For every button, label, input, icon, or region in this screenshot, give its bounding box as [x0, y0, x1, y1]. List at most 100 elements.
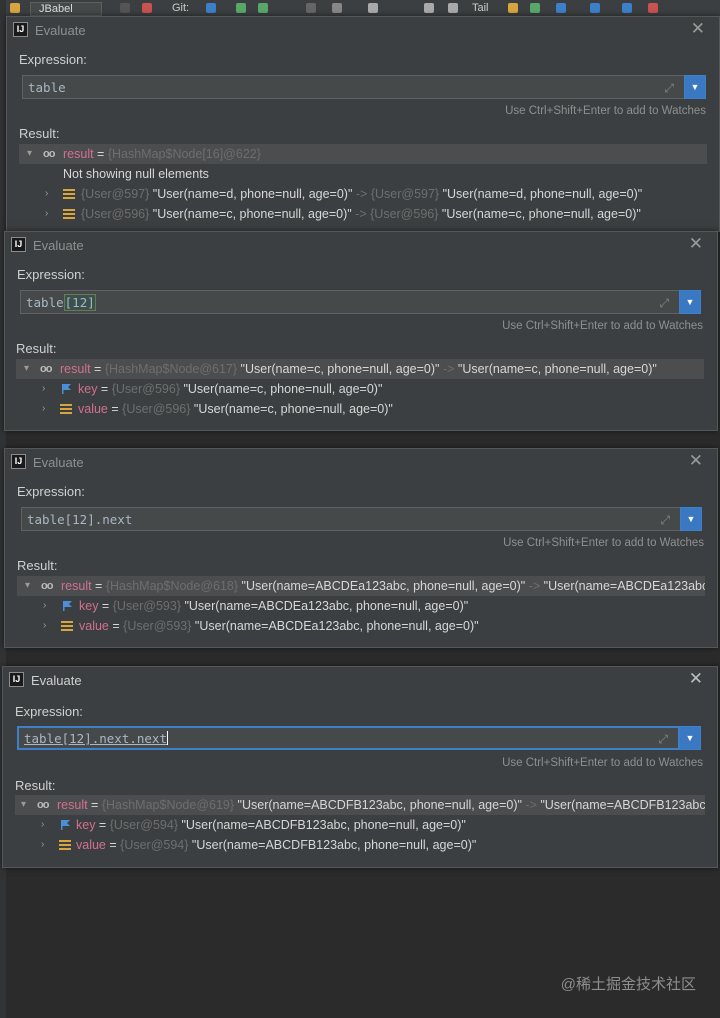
key-flag-icon: [61, 820, 70, 830]
chevron-right-icon[interactable]: ›: [45, 204, 48, 224]
tree-row-result[interactable]: ▾ oo result = {HashMap$Node@618} "User(n…: [17, 576, 705, 596]
chevron-right-icon[interactable]: ›: [41, 835, 44, 855]
history-dropdown-button[interactable]: ▼: [684, 75, 706, 99]
globe-icon[interactable]: [556, 3, 566, 13]
revert-icon[interactable]: [332, 3, 342, 13]
intellij-icon: IJ: [11, 237, 26, 252]
dialog-title: Evaluate: [31, 673, 82, 688]
chevron-right-icon[interactable]: ›: [42, 379, 45, 399]
close-icon[interactable]: ✕: [689, 452, 703, 469]
expression-label: Expression:: [15, 704, 83, 719]
expression-input[interactable]: table[12].next.next ⤢: [17, 726, 680, 750]
translate-icon[interactable]: [622, 3, 632, 13]
watermark: @稀土掘金技术社区: [560, 976, 696, 993]
terminal-icon[interactable]: [530, 3, 540, 13]
expand-icon[interactable]: ⤢: [664, 81, 674, 96]
sync-icon[interactable]: [590, 3, 600, 13]
history-dropdown-button[interactable]: ▼: [680, 507, 702, 531]
tree-row-value[interactable]: › value = {User@594} "User(name=ABCDFB12…: [15, 835, 705, 855]
hammer-icon[interactable]: [10, 3, 20, 13]
watch-glasses-icon: oo: [43, 148, 55, 160]
chevron-down-icon[interactable]: ▾: [21, 795, 26, 815]
expression-input[interactable]: table ⤢: [22, 75, 685, 99]
dialog-title-bar[interactable]: IJ Evaluate ✕: [5, 232, 717, 258]
tree-row-key[interactable]: › key = {User@596} "User(name=c, phone=n…: [16, 379, 704, 399]
null-elements-note: Not showing null elements: [63, 167, 209, 181]
close-icon[interactable]: ✕: [689, 670, 703, 687]
expression-label: Expression:: [17, 484, 85, 499]
ide-toolbar: JBabel Git: Tail: [0, 0, 720, 16]
evaluate-dialog-3: IJ Evaluate ✕ Expression: table[12].next…: [4, 448, 718, 648]
result-label: Result:: [15, 778, 56, 793]
intellij-icon: IJ: [13, 22, 28, 37]
plugin-icon[interactable]: [508, 3, 518, 13]
chevron-right-icon[interactable]: ›: [43, 596, 46, 616]
dialog-title-bar[interactable]: IJ Evaluate ✕: [5, 449, 717, 475]
close-icon[interactable]: ✕: [691, 20, 705, 37]
tree-row-key[interactable]: › key = {User@594} "User(name=ABCDFB123a…: [15, 815, 705, 835]
run-config-combo[interactable]: JBabel: [30, 2, 102, 16]
wrench-icon[interactable]: [368, 3, 378, 13]
expression-text[interactable]: table[12].next: [27, 512, 132, 527]
result-label: Result:: [19, 126, 60, 141]
tree-row-result[interactable]: ▾ oo result = {HashMap$Node@619} "User(n…: [15, 795, 705, 815]
expand-icon[interactable]: ⤢: [659, 296, 669, 311]
watches-hint: Use Ctrl+Shift+Enter to add to Watches: [505, 105, 706, 117]
result-tree[interactable]: ▾ oo result = {HashMap$Node@617} "User(n…: [16, 359, 704, 429]
expression-input[interactable]: table[12] ⤢: [20, 290, 680, 314]
evaluate-dialog-1: IJ Evaluate ✕ Expression: table ⤢ ▼ Use …: [6, 16, 720, 232]
hot-icon[interactable]: [648, 3, 658, 13]
history-dropdown-button[interactable]: ▼: [679, 290, 701, 314]
search-icon[interactable]: [448, 3, 458, 13]
result-label: Result:: [16, 341, 57, 356]
tree-row-key[interactable]: › key = {User@593} "User(name=ABCDEa123a…: [17, 596, 705, 616]
dialog-title-bar[interactable]: IJ Evaluate ✕: [3, 667, 717, 693]
vcs-label: Git:: [172, 2, 190, 14]
chevron-right-icon[interactable]: ›: [42, 399, 45, 419]
intellij-icon: IJ: [9, 672, 24, 687]
expression-text[interactable]: table[12].next.next: [24, 731, 168, 746]
pull-icon[interactable]: [258, 3, 268, 13]
push-icon[interactable]: [236, 3, 246, 13]
key-flag-icon: [63, 601, 72, 611]
tree-row-result[interactable]: ▾ oo result = {HashMap$Node@617} "User(n…: [16, 359, 704, 379]
chevron-down-icon[interactable]: ▾: [27, 144, 32, 164]
dialog-title: Evaluate: [33, 455, 84, 470]
tree-row-value[interactable]: › value = {User@593} "User(name=ABCDEa12…: [17, 616, 705, 636]
expression-text[interactable]: table[12]: [26, 294, 96, 311]
tail-label[interactable]: Tail: [472, 2, 489, 14]
key-flag-icon: [62, 384, 71, 394]
dialog-title-bar[interactable]: IJ Evaluate ✕: [7, 17, 719, 43]
field-icon: [59, 840, 71, 850]
dialog-title: Evaluate: [35, 23, 86, 38]
expand-icon[interactable]: ⤢: [660, 513, 670, 528]
history-dropdown-button[interactable]: ▼: [679, 726, 701, 750]
chevron-down-icon[interactable]: ▾: [25, 576, 30, 596]
chevron-right-icon[interactable]: ›: [45, 184, 48, 204]
result-tree[interactable]: ▾ oo result = {HashMap$Node@619} "User(n…: [15, 795, 705, 865]
expand-icon[interactable]: ⤢: [658, 732, 668, 747]
close-icon[interactable]: ✕: [689, 235, 703, 252]
chevron-right-icon[interactable]: ›: [43, 616, 46, 636]
chevron-right-icon[interactable]: ›: [41, 815, 44, 835]
dialog-title: Evaluate: [33, 238, 84, 253]
tree-row-entry[interactable]: › {User@596} "User(name=c, phone=null, a…: [19, 204, 707, 224]
stop-icon[interactable]: [142, 3, 152, 13]
result-tree[interactable]: ▾ oo result = {HashMap$Node@618} "User(n…: [17, 576, 705, 646]
tree-row-entry[interactable]: › {User@597} "User(name=d, phone=null, a…: [19, 184, 707, 204]
expression-text[interactable]: table: [28, 80, 66, 95]
tree-row-value[interactable]: › value = {User@596} "User(name=c, phone…: [16, 399, 704, 419]
tree-row-result[interactable]: ▾ oo result = {HashMap$Node[16]@622}: [19, 144, 707, 164]
tree-row-info: Not showing null elements: [19, 164, 707, 184]
expression-label: Expression:: [19, 52, 87, 67]
run-icon[interactable]: [120, 3, 130, 13]
field-icon: [61, 621, 73, 631]
layout-icon[interactable]: [424, 3, 434, 13]
watch-glasses-icon: oo: [40, 363, 52, 375]
commit-check-icon[interactable]: [206, 3, 216, 13]
watches-hint: Use Ctrl+Shift+Enter to add to Watches: [502, 757, 703, 769]
chevron-down-icon[interactable]: ▾: [24, 359, 29, 379]
result-tree[interactable]: ▾ oo result = {HashMap$Node[16]@622} Not…: [19, 144, 707, 231]
expression-input[interactable]: table[12].next ⤢: [21, 507, 681, 531]
history-icon[interactable]: [306, 3, 316, 13]
